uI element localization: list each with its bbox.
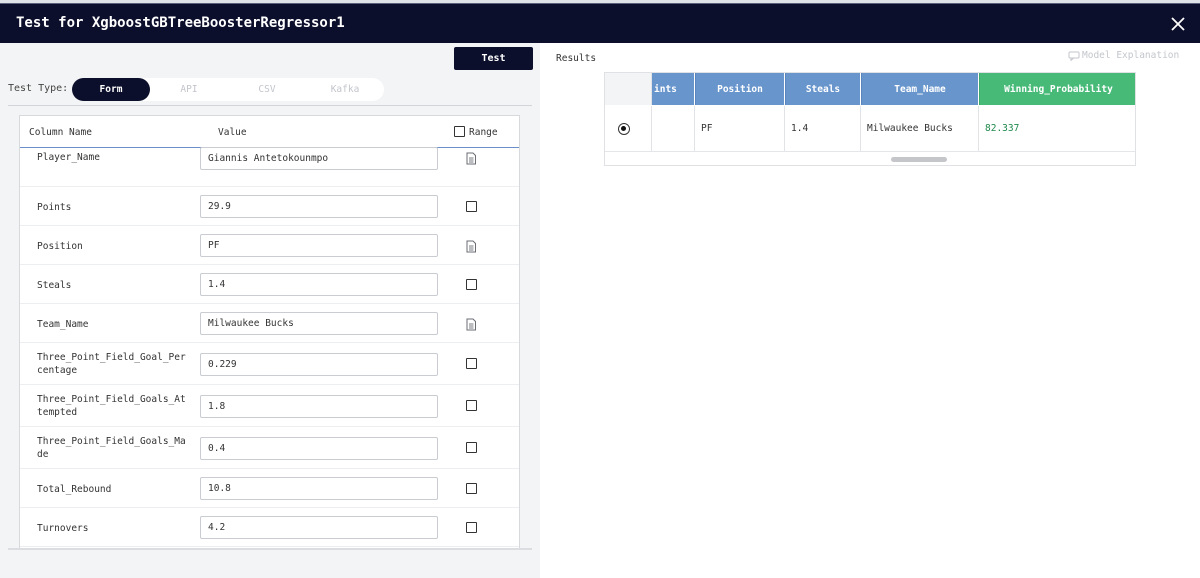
results-cell-winning-probability: 82.337 [985, 123, 1020, 134]
results-label: Results [556, 53, 597, 64]
form-table-header: Column Name Value Range [20, 116, 519, 148]
field-name-label: Team_Name [37, 319, 89, 330]
tab-kafka[interactable]: Kafka [306, 78, 384, 101]
tab-api[interactable]: API [150, 78, 228, 101]
field-name-label: Player_Name [37, 152, 100, 163]
form-row: Three_Point_Field_Goals_At tempted 1.8 [20, 385, 519, 427]
range-checkbox[interactable] [466, 521, 477, 533]
range-checkbox[interactable] [466, 400, 477, 411]
form-row: Total_Rebound 10.8 [20, 469, 519, 508]
model-explanation-label: Model Explanation [1082, 50, 1180, 61]
column-name-header: Column Name [29, 127, 92, 138]
test-type-label: Test Type: [8, 83, 69, 94]
field-value-input[interactable]: 4.2 [200, 516, 438, 539]
test-button[interactable]: Test [454, 47, 533, 70]
results-col-points: ints [652, 73, 694, 105]
results-panel: Results Model Explanation ints Position … [540, 43, 1200, 578]
select-column-header [605, 73, 652, 105]
form-row: Position PF [20, 226, 519, 265]
results-col-steals: Steals [785, 73, 860, 105]
field-value-input[interactable]: Milwaukee Bucks [200, 312, 438, 335]
field-name-label: Three_Point_Field_Goal_Per centage [37, 352, 186, 376]
range-checkbox[interactable] [466, 358, 477, 369]
results-scroll-track [605, 151, 1135, 165]
field-name-label: Total_Rebound [37, 484, 112, 495]
tab-form[interactable]: Form [72, 78, 150, 101]
range-checkbox[interactable] [466, 482, 477, 494]
form-row: Player_Name Giannis Antetokounmpo [20, 147, 519, 187]
model-explanation-button[interactable]: Model Explanation [1068, 50, 1179, 61]
field-name-label: Turnovers [37, 523, 89, 534]
results-col-winning-probability: Winning_Probability [979, 73, 1135, 105]
horizontal-scrollbar[interactable] [8, 548, 532, 550]
field-name-label: Steals [37, 280, 72, 291]
results-cell-team-name: Milwaukee Bucks [861, 106, 979, 151]
results-table: ints Position Steals Team_Name Winning_P… [604, 72, 1136, 166]
range-header: Range [469, 127, 498, 138]
form-row: Team_Name Milwaukee Bucks [20, 304, 519, 343]
field-value-input[interactable]: Giannis Antetokounmpo [200, 147, 438, 170]
range-checkbox[interactable] [466, 442, 477, 453]
results-col-position: Position [695, 73, 784, 105]
test-modal: Test for XgboostGBTreeBoosterRegressor1 … [0, 0, 1200, 578]
field-name-label: Three_Point_Field_Goals_At tempted [37, 394, 186, 418]
results-cell-points [652, 106, 695, 151]
results-scroll-thumb[interactable] [891, 157, 947, 162]
value-header: Value [218, 127, 247, 138]
test-type-tabs: Form API CSV Kafka [72, 78, 384, 101]
field-value-input[interactable]: 29.9 [200, 195, 438, 218]
form-table: Column Name Value Range Player_Name Giann… [19, 115, 520, 549]
results-cell-steals: 1.4 [785, 106, 861, 151]
tab-csv[interactable]: CSV [228, 78, 306, 101]
field-value-input[interactable]: 1.8 [200, 394, 438, 418]
field-name-label: Points [37, 202, 72, 213]
document-icon[interactable] [465, 240, 477, 253]
field-value-input[interactable]: 0.4 [200, 436, 438, 460]
row-select-radio[interactable] [618, 123, 630, 135]
close-icon[interactable] [1168, 14, 1188, 34]
range-checkbox[interactable] [466, 278, 477, 290]
form-row: Three_Point_Field_Goals_Ma de 0.4 [20, 427, 519, 469]
document-icon[interactable] [465, 318, 477, 331]
field-name-label: Position [37, 241, 83, 252]
test-input-panel: Test Test Type: Form API CSV Kafka Colum… [0, 43, 540, 578]
field-value-input[interactable]: PF [200, 234, 438, 257]
results-col-team-name: Team_Name [861, 73, 978, 105]
range-toggle-checkbox[interactable] [454, 126, 465, 137]
field-value-input[interactable]: 0.229 [200, 352, 438, 376]
divider [8, 105, 532, 106]
form-row: Steals 1.4 [20, 265, 519, 304]
form-row: Turnovers 4.2 [20, 508, 519, 547]
field-value-input[interactable]: 10.8 [200, 477, 438, 500]
results-cell-position: PF [695, 106, 785, 151]
modal-header: Test for XgboostGBTreeBoosterRegressor1 [0, 3, 1200, 43]
chat-icon [1068, 51, 1080, 61]
field-value-input[interactable]: 1.4 [200, 273, 438, 296]
form-row: Points 29.9 [20, 187, 519, 226]
form-row: Three_Point_Field_Goal_Per centage 0.229 [20, 343, 519, 385]
field-name-label: Three_Point_Field_Goals_Ma de [37, 436, 186, 460]
range-checkbox[interactable] [466, 200, 477, 212]
modal-title: Test for XgboostGBTreeBoosterRegressor1 [16, 15, 345, 31]
document-icon[interactable] [465, 152, 477, 165]
